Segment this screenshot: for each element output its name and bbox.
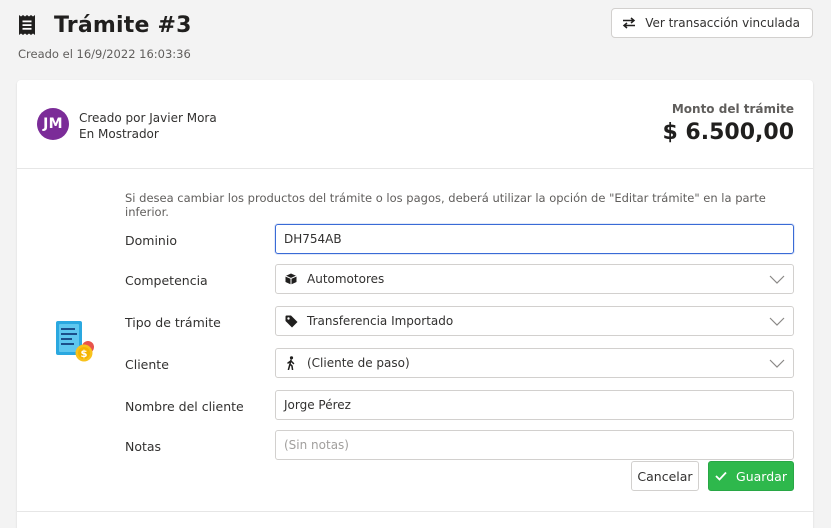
created-by-text: Creado por Javier Mora	[79, 111, 217, 125]
page-header: Trámite #3 Creado el 16/9/2022 16:03:36 …	[18, 8, 813, 62]
card-summary: JM Creado por Javier Mora En Mostrador M…	[17, 80, 813, 169]
document-money-icon: $	[53, 319, 97, 365]
nombre-cliente-input[interactable]: Jorge Pérez	[275, 390, 794, 420]
tag-icon	[284, 314, 298, 328]
check-icon	[715, 471, 727, 481]
competencia-value: Automotores	[307, 272, 385, 286]
created-timestamp: Creado el 16/9/2022 16:03:36	[18, 47, 191, 61]
save-button[interactable]: Guardar	[708, 461, 794, 491]
dominio-input[interactable]: DH754AB	[275, 224, 794, 254]
box-icon	[284, 272, 298, 286]
edit-notice: Si desea cambiar los productos del trámi…	[125, 191, 766, 219]
tipo-tramite-value: Transferencia Importado	[307, 314, 454, 328]
cliente-label: Cliente	[125, 357, 169, 372]
location-text: En Mostrador	[79, 127, 159, 141]
svg-text:$: $	[81, 349, 88, 360]
creator-info: Creado por Javier Mora En Mostrador	[79, 110, 217, 142]
nombre-cliente-value: Jorge Pérez	[284, 398, 351, 412]
swap-arrows-icon	[622, 17, 636, 29]
procedure-form: $ Si desea cambiar los productos del trá…	[17, 169, 813, 512]
notas-placeholder: (Sin notas)	[284, 438, 349, 452]
competencia-select[interactable]: Automotores	[275, 264, 794, 294]
page-title: Trámite #3	[54, 12, 192, 38]
cancel-button[interactable]: Cancelar	[631, 461, 699, 491]
dominio-value: DH754AB	[284, 232, 342, 246]
competencia-label: Competencia	[125, 273, 208, 288]
cancel-label: Cancelar	[637, 468, 693, 484]
procedure-card: JM Creado por Javier Mora En Mostrador M…	[17, 80, 813, 528]
amount-value: $ 6.500,00	[662, 120, 794, 145]
view-linked-transaction-label: Ver transacción vinculada	[645, 16, 800, 30]
avatar: JM	[37, 108, 69, 140]
view-linked-transaction-button[interactable]: Ver transacción vinculada	[611, 8, 813, 38]
chevron-down-icon	[769, 315, 785, 330]
cliente-select[interactable]: (Cliente de paso)	[275, 348, 794, 378]
save-label: Guardar	[736, 468, 787, 484]
chevron-down-icon	[769, 357, 785, 372]
nombre-cliente-label: Nombre del cliente	[125, 399, 244, 414]
notas-label: Notas	[125, 439, 162, 454]
tipo-tramite-select[interactable]: Transferencia Importado	[275, 306, 794, 336]
notas-input[interactable]: (Sin notas)	[275, 430, 794, 460]
walking-person-icon	[284, 356, 298, 370]
tipo-tramite-label: Tipo de trámite	[125, 315, 221, 330]
chevron-down-icon	[769, 273, 785, 288]
cliente-value: (Cliente de paso)	[307, 356, 410, 370]
amount-label: Monto del trámite	[671, 102, 794, 116]
dominio-label: Dominio	[125, 233, 177, 248]
receipt-icon	[18, 14, 36, 36]
